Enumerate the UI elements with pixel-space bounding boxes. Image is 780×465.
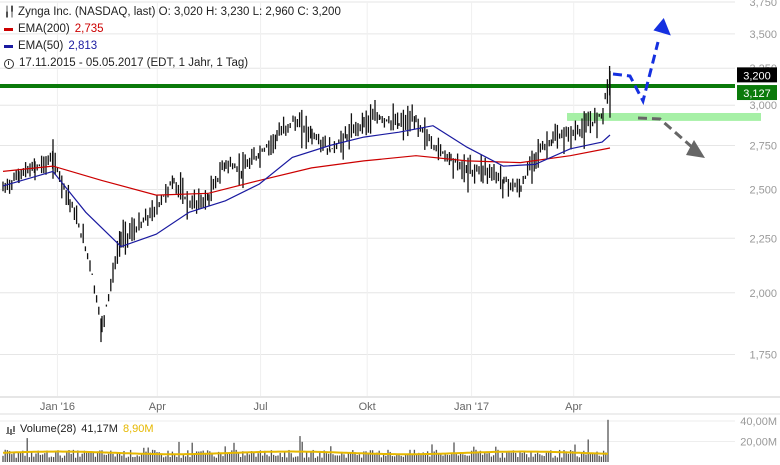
x-tick-label: Jul [254,401,268,413]
bullish-scenario-arrow [612,41,660,106]
chart-legend: ╽╿ Zynga Inc. (NASDAQ, last) O: 3,020 H:… [4,4,341,72]
support-band [567,112,761,121]
volume-label: Volume(28) [20,423,77,435]
volume-tick-label: 40,00M [740,416,777,428]
y-tick-label: 3,500 [749,29,777,41]
ema50-value: 2,813 [68,40,98,52]
ema50-label: EMA(50) [18,40,64,52]
x-tick-label: Jan '16 [40,401,75,413]
x-tick-label: Okt [359,401,376,413]
ema50-swatch [4,45,13,48]
volume-bars-icon [6,425,15,434]
last-price-label: 3,200 [743,70,771,82]
arrow-up-head [653,17,671,36]
y-tick-label: 3,750 [749,0,777,9]
symbol-ohlc-text: Zynga Inc. (NASDAQ, last) O: 3,020 H: 3,… [18,6,341,18]
clock-icon [4,58,14,69]
legend-symbol-row: ╽╿ Zynga Inc. (NASDAQ, last) O: 3,020 H:… [4,4,341,21]
ema200-label: EMA(200) [18,23,70,35]
chart-series [2,65,611,343]
date-range-text: 17.11.2015 - 05.05.2017 (EDT, 1 Jahr, 1 … [19,57,249,69]
volume-avg-value: 8,90M [122,423,154,435]
y-tick-label: 2,000 [749,288,777,300]
x-tick-label: Apr [149,401,166,413]
ema200-swatch [4,28,13,31]
legend-range-row: 17.11.2015 - 05.05.2017 (EDT, 1 Jahr, 1 … [4,55,341,72]
ema200-value: 2,735 [74,23,104,35]
volume-value: 41,17M [81,423,118,435]
y-tick-label: 2,250 [749,233,777,245]
y-tick-label: 2,500 [749,185,777,197]
volume-tick-label: 20,00M [740,437,777,449]
bearish-scenario-arrow [637,116,694,150]
x-tick-label: Apr [565,401,582,413]
legend-ema200-row: EMA(200) 2,735 [4,21,341,38]
y-tick-label: 3,000 [749,100,777,112]
candlestick-icon: ╽╿ [4,7,15,18]
chart-levels [0,84,761,121]
y-tick-label: 1,750 [749,350,777,362]
legend-ema50-row: EMA(50) 2,813 [4,38,341,55]
y-tick-label: 2,750 [749,140,777,152]
x-tick-label: Jan '17 [454,401,489,413]
resistance-price-label: 3,127 [743,88,771,100]
volume-legend: Volume(28) 41,17M 8,90M [6,423,154,435]
